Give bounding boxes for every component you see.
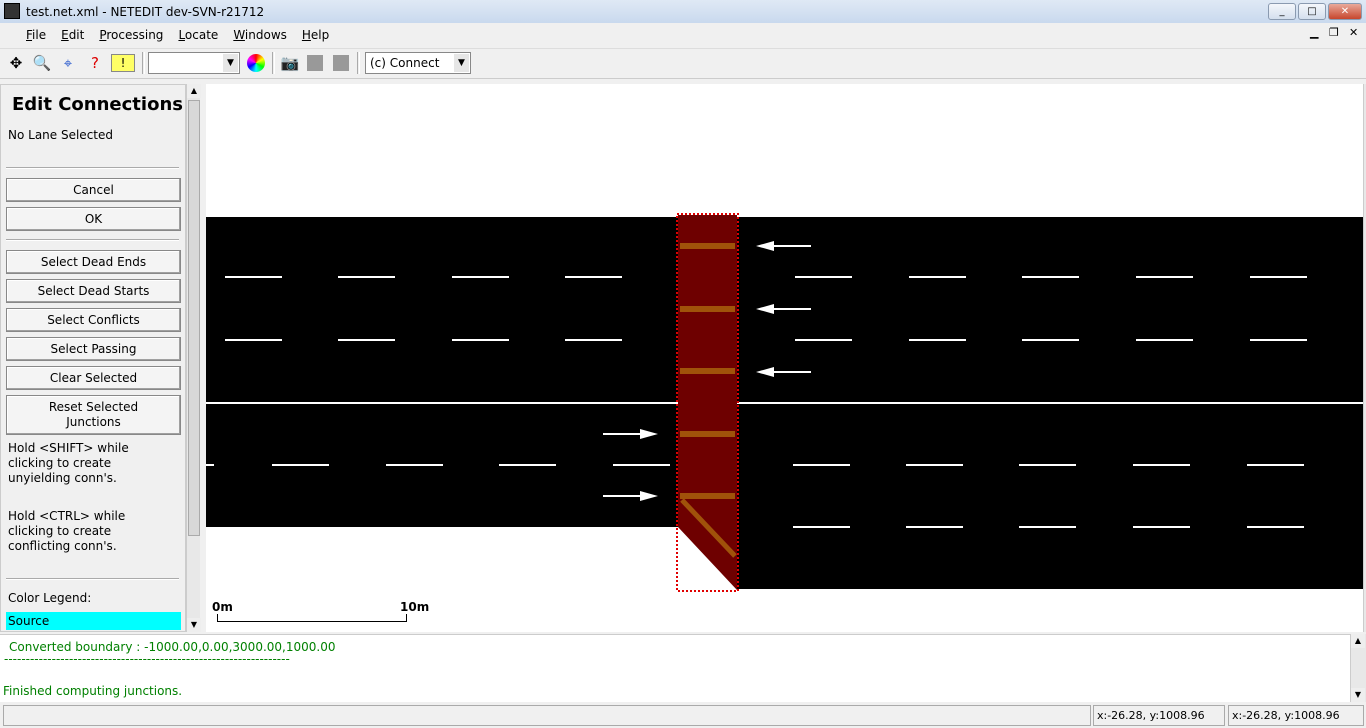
edit-mode-combo[interactable]: (c) Connect ▼ — [365, 52, 471, 74]
toolbar-separator — [272, 52, 275, 74]
chevron-down-icon: ▼ — [223, 54, 238, 72]
legend-source: Source — [6, 612, 181, 630]
geo-coords: x:-26.28, y:1008.96 — [1228, 705, 1364, 726]
status-message — [3, 705, 1091, 726]
close-button[interactable]: ✕ — [1328, 3, 1362, 20]
mdi-minimize-button[interactable]: ▁ — [1310, 26, 1318, 39]
camera-icon[interactable]: 📷 — [278, 52, 302, 74]
menu-locate[interactable]: Locate — [178, 28, 218, 42]
menu-file[interactable]: File — [26, 28, 46, 42]
scale-end: 10m — [400, 600, 430, 614]
message-log: Converted boundary : -1000.00,0.00,3000.… — [0, 634, 1350, 702]
menu-help[interactable]: Help — [302, 28, 329, 42]
reset-selected-junctions-button[interactable]: Reset Selected Junctions — [6, 395, 181, 435]
scale-bar — [217, 614, 407, 622]
locate-icon[interactable]: ⌖ — [56, 52, 80, 74]
toolbar-separator — [142, 52, 145, 74]
network-canvas[interactable]: 0m 10m — [206, 84, 1363, 632]
scale-start: 0m — [212, 600, 233, 614]
clear-selected-button[interactable]: Clear Selected — [6, 366, 181, 390]
divider — [6, 578, 179, 580]
mdi-restore-button[interactable]: ❐ — [1329, 26, 1339, 39]
color-legend-label: Color Legend: — [8, 591, 92, 605]
network-view[interactable] — [206, 84, 1363, 632]
color-wheel-icon[interactable] — [247, 54, 265, 72]
shift-hint: Hold <SHIFT> while clicking to create unyi… — [8, 441, 129, 485]
divider — [6, 239, 179, 241]
ok-button[interactable]: OK — [6, 207, 181, 231]
select-dead-starts-button[interactable]: Select Dead Starts — [6, 279, 181, 303]
recenter-icon[interactable]: ✥ — [4, 52, 28, 74]
menu-edit[interactable]: Edit — [61, 28, 84, 42]
lane-status: No Lane Selected — [8, 128, 113, 142]
scroll-down-icon[interactable]: ▼ — [1351, 688, 1365, 702]
undo-icon[interactable] — [307, 55, 323, 71]
zoom-icon[interactable]: 🔍 — [30, 52, 54, 74]
select-passing-button[interactable]: Select Passing — [6, 337, 181, 361]
chevron-down-icon: ▼ — [454, 54, 469, 72]
cancel-button[interactable]: Cancel — [6, 178, 181, 202]
menu-bar: File Edit Processing Locate Windows Help — [0, 24, 1366, 46]
ctrl-hint: Hold <CTRL> while clicking to create confl… — [8, 509, 126, 553]
help-icon[interactable]: ? — [83, 52, 107, 74]
title-bar: test.net.xml - NETEDIT dev-SVN-r21712 — [0, 0, 1366, 23]
redo-icon[interactable] — [333, 55, 349, 71]
scroll-up-icon[interactable]: ▲ — [1351, 634, 1365, 648]
select-conflicts-button[interactable]: Select Conflicts — [6, 308, 181, 332]
edge-left[interactable] — [206, 217, 678, 527]
maximize-button[interactable]: □ — [1298, 3, 1326, 20]
cursor-coords: x:-26.28, y:1008.96 — [1093, 705, 1225, 726]
menu-windows[interactable]: Windows — [233, 28, 287, 42]
toolbar-separator — [357, 52, 360, 74]
log-separator: ----------------------------------------… — [4, 652, 290, 666]
window-title: test.net.xml - NETEDIT dev-SVN-r21712 — [26, 4, 265, 19]
panel-scrollbar[interactable]: ▲ ▼ — [186, 84, 201, 632]
color-scheme-combo[interactable]: ▼ — [148, 52, 240, 74]
app-icon — [4, 3, 20, 19]
minimize-button[interactable]: _ — [1268, 3, 1296, 20]
tooltip-icon[interactable]: ! — [111, 54, 135, 72]
select-dead-ends-button[interactable]: Select Dead Ends — [6, 250, 181, 274]
log-scrollbar[interactable]: ▲ ▼ — [1350, 634, 1366, 702]
scroll-thumb[interactable] — [188, 100, 200, 536]
panel-title: Edit Connections — [12, 94, 183, 115]
junction[interactable] — [678, 215, 737, 590]
scroll-up-icon[interactable]: ▲ — [187, 84, 201, 98]
divider — [6, 167, 179, 169]
menu-processing[interactable]: Processing — [99, 28, 163, 42]
scroll-down-icon[interactable]: ▼ — [187, 618, 201, 632]
mdi-close-button[interactable]: ✕ — [1349, 26, 1358, 39]
log-line: Finished computing junctions. — [3, 684, 183, 698]
